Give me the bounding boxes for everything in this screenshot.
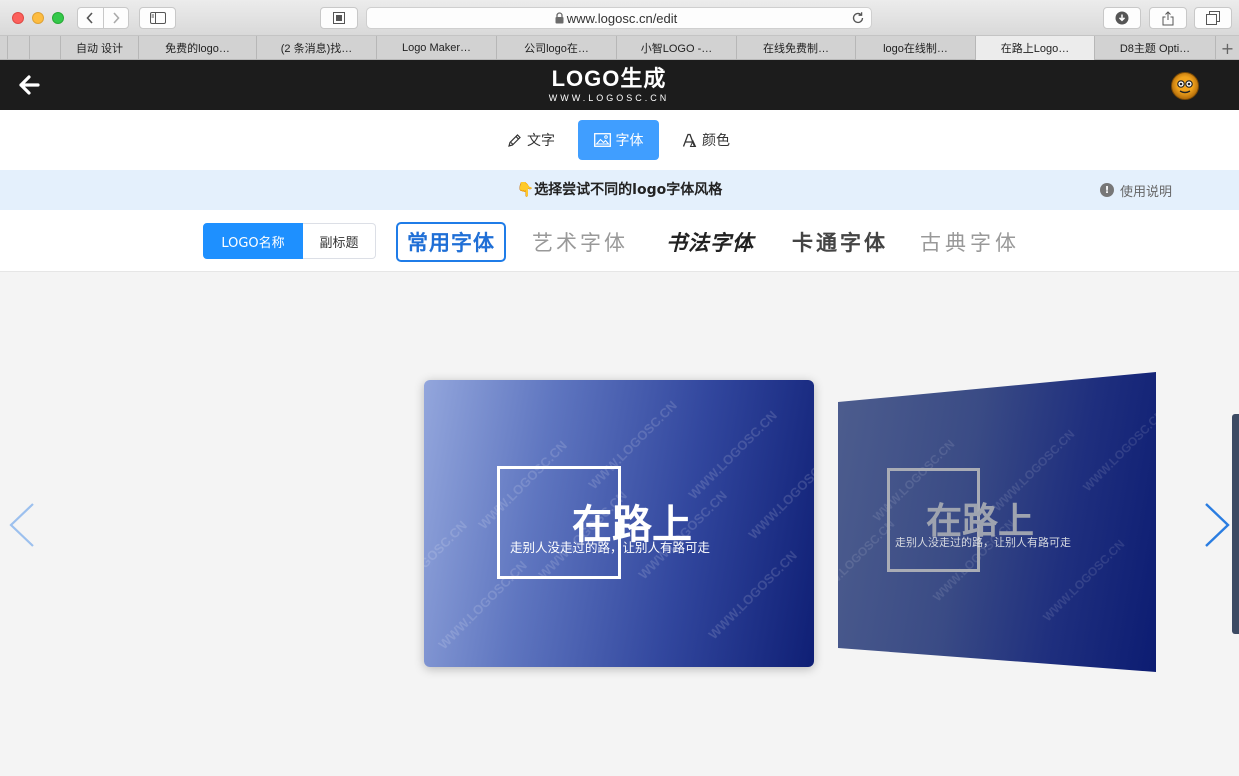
color-a-icon xyxy=(682,133,697,147)
browser-tab[interactable]: 在线免费制… xyxy=(736,36,855,60)
back-arrow-button[interactable] xyxy=(18,74,40,100)
share-icon xyxy=(1162,10,1174,25)
pencil-icon xyxy=(508,133,521,147)
carousel-next-button[interactable] xyxy=(1203,502,1231,552)
site-logo[interactable]: LOGO生成 WWW.LOGOSC.CN xyxy=(519,66,699,104)
help-link[interactable]: ! 使用说明 xyxy=(1100,170,1172,210)
font-style-row: LOGO名称 副标题 常用字体 艺术字体 书法字体 卡通字体 古典字体 xyxy=(0,210,1239,272)
avatar-face-icon xyxy=(1177,80,1193,94)
preview-carousel: WWW.LOGOSC.CN WWW.LOGOSC.CN WWW.LOGOSC.C… xyxy=(0,272,1239,776)
browser-tab[interactable] xyxy=(7,36,29,60)
logo-main-text: LOGO生成 xyxy=(551,66,667,91)
subtitle-button[interactable]: 副标题 xyxy=(303,223,376,259)
font-style-common[interactable]: 常用字体 xyxy=(396,222,506,262)
tab-text-label: 文字 xyxy=(527,133,555,149)
watermark-text: WWW.LOGOSC.CN xyxy=(1080,407,1156,494)
arrow-left-icon xyxy=(19,75,40,95)
url-text: www.logosc.cn/edit xyxy=(566,10,678,26)
hint-message: 👇选择尝试不同的logo字体风格 xyxy=(0,170,1239,210)
tab-color-label: 颜色 xyxy=(702,133,730,149)
address-bar[interactable]: www.logosc.cn/edit xyxy=(366,7,872,29)
browser-tab[interactable]: 小智LOGO -… xyxy=(616,36,736,60)
lock-icon xyxy=(555,12,564,24)
minimize-window-button[interactable] xyxy=(32,12,44,24)
site-header: LOGO生成 WWW.LOGOSC.CN xyxy=(0,60,1239,110)
reload-icon[interactable] xyxy=(851,11,865,25)
browser-tab[interactable]: Logo Maker… xyxy=(376,36,496,60)
watermark-text: WWW.LOGOSC.CN xyxy=(706,548,800,642)
browser-tab[interactable]: D8主题 Opti… xyxy=(1094,36,1215,60)
tab-text[interactable]: 文字 xyxy=(495,120,567,160)
carousel-prev-button[interactable] xyxy=(8,502,36,552)
sidebar-toggle-button[interactable] xyxy=(139,7,176,29)
font-style-calligraphy[interactable]: 书法字体 xyxy=(660,222,760,262)
zoom-window-button[interactable] xyxy=(52,12,64,24)
tab-color[interactable]: 颜色 xyxy=(670,120,742,160)
reader-icon xyxy=(333,12,345,24)
history-nav xyxy=(77,7,129,29)
sidebar-icon xyxy=(149,12,166,24)
browser-tab[interactable]: (2 条消息)找… xyxy=(256,36,376,60)
avatar[interactable] xyxy=(1171,72,1199,100)
browser-toolbar: www.logosc.cn/edit xyxy=(0,0,1239,36)
logo-sub-text: WWW.LOGOSC.CN xyxy=(548,93,670,103)
scrollbar-thumb[interactable] xyxy=(1232,414,1239,634)
font-style-classic[interactable]: 古典字体 xyxy=(920,222,1020,262)
chevron-right-icon xyxy=(113,12,120,24)
tab-font-label: 字体 xyxy=(615,133,644,149)
info-icon: ! xyxy=(1100,183,1114,197)
watermark-text: WWW.LOGOSC.CN xyxy=(424,518,470,612)
browser-tab[interactable]: 免费的logo… xyxy=(138,36,256,60)
help-label: 使用说明 xyxy=(1120,184,1173,200)
browser-tab[interactable]: 自动 设计 xyxy=(60,36,138,60)
logo-preview-card[interactable]: WWW.LOGOSC.CN WWW.LOGOSC.CN WWW.LOGOSC.C… xyxy=(424,380,814,667)
new-tab-button[interactable]: + xyxy=(1215,36,1239,60)
browser-tab-active[interactable]: 在路上Logo… xyxy=(975,36,1094,60)
reader-button[interactable] xyxy=(320,7,358,29)
forward-button[interactable] xyxy=(102,8,128,28)
browser-tab[interactable]: logo在线制… xyxy=(855,36,975,60)
logo-preview-card-next[interactable]: WWW.LOGOSC.CN WWW.LOGOSC.CN WWW.LOGOSC.C… xyxy=(838,372,1156,672)
pointing-down-icon: 👇 xyxy=(516,182,535,198)
target-segment: LOGO名称 副标题 xyxy=(203,223,376,259)
chevron-left-icon xyxy=(9,503,34,547)
image-icon xyxy=(593,133,611,147)
downloads-button[interactable] xyxy=(1103,7,1141,29)
editor-tabs: 文字 字体 颜色 xyxy=(0,110,1239,170)
plus-icon: + xyxy=(1220,38,1235,58)
logo-slogan: 走别人没走过的路，让别人有路可走 xyxy=(510,540,711,555)
browser-tab[interactable] xyxy=(29,36,60,60)
font-style-art[interactable]: 艺术字体 xyxy=(530,222,630,262)
close-window-button[interactable] xyxy=(12,12,24,24)
tabs-icon xyxy=(1206,11,1220,25)
tab-overview-button[interactable] xyxy=(1194,7,1232,29)
chevron-right-icon xyxy=(1205,503,1230,547)
logo-slogan: 走别人没走过的路，让别人有路可走 xyxy=(895,536,1071,549)
hint-bar: 👇选择尝试不同的logo字体风格 ! 使用说明 xyxy=(0,170,1239,210)
back-button[interactable] xyxy=(78,8,103,28)
watermark-text: WWW.LOGOSC.CN xyxy=(746,448,814,542)
hint-text: 选择尝试不同的logo字体风格 xyxy=(534,182,723,198)
logo-name-button[interactable]: LOGO名称 xyxy=(203,223,303,259)
download-icon xyxy=(1115,11,1129,25)
share-button[interactable] xyxy=(1149,7,1187,29)
watermark-text: WWW.LOGOSC.CN xyxy=(686,408,780,502)
font-style-cartoon[interactable]: 卡通字体 xyxy=(790,222,890,262)
tab-font[interactable]: 字体 xyxy=(578,120,659,160)
browser-tab[interactable]: 公司logo在… xyxy=(496,36,616,60)
chevron-left-icon xyxy=(86,12,94,24)
browser-tab-strip: 自动 设计 免费的logo… (2 条消息)找… Logo Maker… 公司l… xyxy=(0,36,1239,60)
